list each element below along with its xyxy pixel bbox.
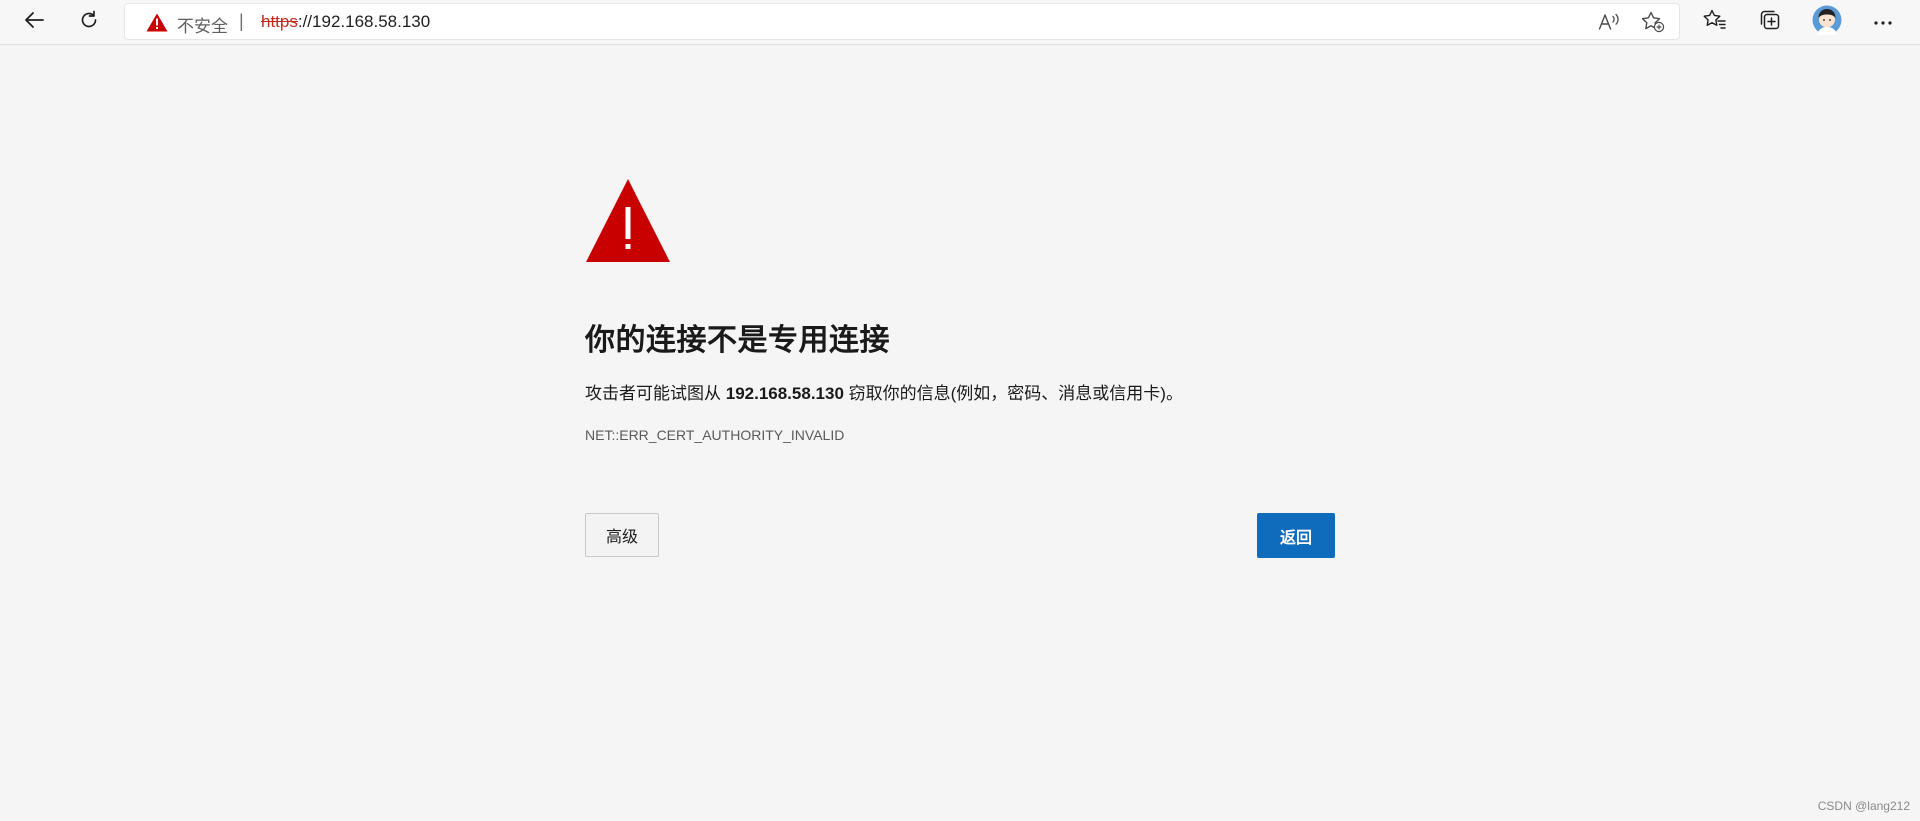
favorites-icon xyxy=(1703,9,1727,36)
add-favorite-icon[interactable] xyxy=(1640,10,1666,34)
description-host: 192.168.58.130 xyxy=(725,384,844,403)
description-suffix: 窃取你的信息(例如，密码、消息或信用卡)。 xyxy=(843,384,1183,403)
url-text[interactable]: https://192.168.58.130 xyxy=(261,12,430,32)
advanced-button[interactable]: 高级 xyxy=(585,513,659,557)
error-description: 攻击者可能试图从 192.168.58.130 窃取你的信息(例如，密码、消息或… xyxy=(585,379,1183,404)
address-bar[interactable]: 不安全 | https://192.168.58.130 xyxy=(124,3,1680,40)
more-menu-icon xyxy=(1873,13,1893,31)
large-warning-icon xyxy=(585,177,671,268)
back-button[interactable] xyxy=(15,4,53,40)
more-menu-button[interactable] xyxy=(1864,4,1902,40)
favorites-button[interactable] xyxy=(1696,4,1734,40)
url-host: ://192.168.58.130 xyxy=(297,12,431,31)
profile-button[interactable] xyxy=(1808,4,1846,40)
url-scheme: https xyxy=(261,12,298,31)
security-label[interactable]: 不安全 xyxy=(177,12,228,37)
error-code: NET::ERR_CERT_AUTHORITY_INVALID xyxy=(585,427,845,443)
address-separator: | xyxy=(239,11,244,31)
back-arrow-icon xyxy=(23,11,45,34)
profile-avatar xyxy=(1812,5,1842,40)
page-title: 你的连接不是专用连接 xyxy=(585,324,890,357)
read-aloud-icon[interactable] xyxy=(1596,10,1622,34)
warning-triangle-icon[interactable] xyxy=(146,13,168,37)
browser-toolbar: 不安全 | https://192.168.58.130 xyxy=(0,0,1920,45)
refresh-icon xyxy=(78,9,100,36)
collections-button[interactable] xyxy=(1751,4,1789,40)
collections-icon xyxy=(1759,9,1781,36)
watermark: CSDN @lang212 xyxy=(1817,799,1910,813)
back-to-safety-button[interactable]: 返回 xyxy=(1257,513,1335,558)
refresh-button[interactable] xyxy=(70,4,108,40)
description-prefix: 攻击者可能试图从 xyxy=(585,384,726,403)
